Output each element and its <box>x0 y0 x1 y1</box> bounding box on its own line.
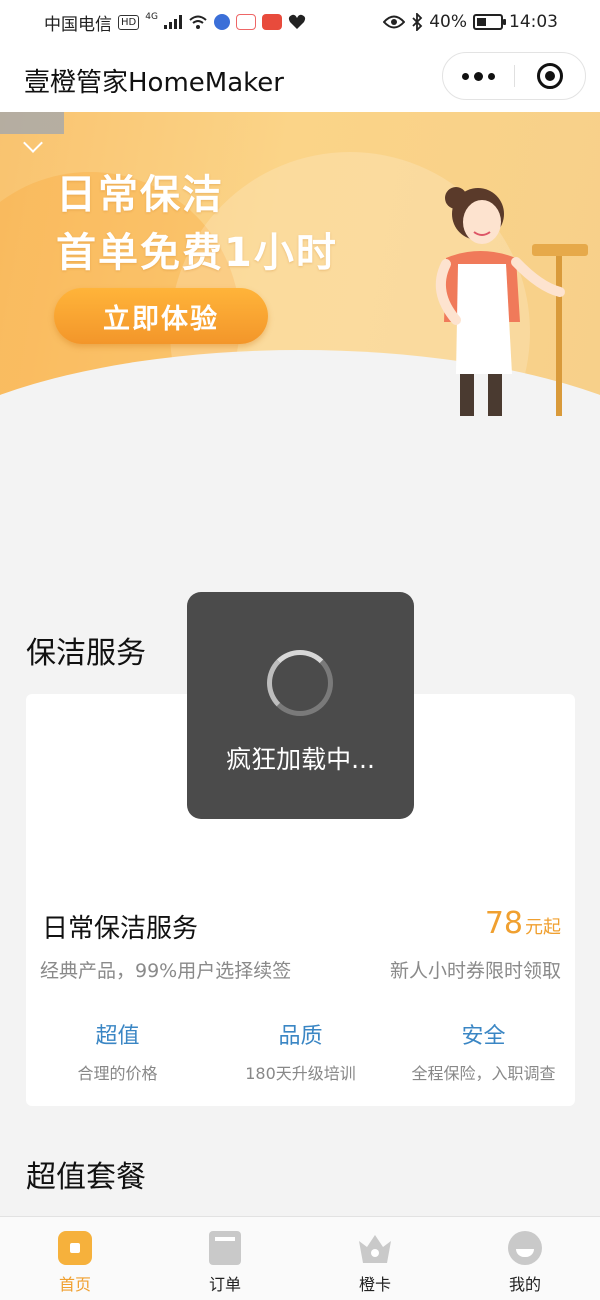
health-app-icon <box>288 14 306 29</box>
loading-text: 疯狂加载中... <box>226 745 375 774</box>
chevron-down-icon[interactable] <box>23 133 43 153</box>
tab-orange-card[interactable]: 橙卡 <box>300 1217 450 1300</box>
loading-spinner-icon <box>267 650 333 716</box>
huawei-mall-icon <box>261 14 282 30</box>
hd-badge: HD <box>118 14 140 30</box>
profile-icon <box>508 1231 542 1265</box>
tab-profile[interactable]: 我的 <box>450 1217 600 1300</box>
feature-quality: 品质 180天升级培训 <box>209 1018 392 1084</box>
battery-icon <box>473 14 506 30</box>
status-bar-right: 40% 14:03 <box>383 12 558 32</box>
feature-title: 安全 <box>461 1024 506 1049</box>
tab-orders[interactable]: 订单 <box>150 1217 300 1300</box>
status-bar-left: 中国电信 HD 4G <box>44 10 306 35</box>
banner-collapse-tab[interactable] <box>0 112 64 134</box>
feature-subtitle: 全程保险，入职调查 <box>411 1064 556 1083</box>
tab-label: 橙卡 <box>358 1275 391 1294</box>
feature-value: 超值 合理的价格 <box>26 1018 209 1084</box>
try-now-button[interactable]: 立即体验 <box>54 288 268 344</box>
banner-subheadline: 首单免费1小时 <box>56 230 338 276</box>
clock-time: 14:03 <box>509 12 558 32</box>
price-value: 78 <box>484 906 523 941</box>
battery-percent: 40% <box>429 12 467 32</box>
price-unit: 元起 <box>525 917 561 938</box>
network-type: 4G <box>145 12 158 22</box>
tab-label: 我的 <box>508 1275 541 1294</box>
eye-icon <box>383 15 406 29</box>
target-icon <box>536 63 563 89</box>
service-description: 经典产品，99%用户选择续签 <box>40 960 292 982</box>
service-promo: 新人小时券限时领取 <box>389 960 561 982</box>
music-app-icon <box>213 14 230 30</box>
feature-title: 超值 <box>95 1024 140 1049</box>
bottom-tab-bar: 首页 订单 橙卡 我的 <box>0 1216 600 1300</box>
more-menu-button[interactable] <box>443 53 514 99</box>
promo-banner[interactable]: 日常保洁 首单免费1小时 立即体验 <box>0 112 600 416</box>
order-icon <box>209 1231 241 1265</box>
tab-label: 订单 <box>208 1275 241 1294</box>
feature-subtitle: 合理的价格 <box>77 1064 158 1083</box>
feature-subtitle: 180天升级培训 <box>245 1064 356 1083</box>
page-title: 壹橙管家HomeMaker <box>24 68 284 98</box>
status-bar: 中国电信 HD 4G 40% 14:03 <box>0 0 600 44</box>
banner-headline: 日常保洁 <box>56 172 224 218</box>
cleaning-service-section-title: 保洁服务 <box>26 636 146 671</box>
crown-card-icon <box>359 1235 391 1263</box>
service-name: 日常保洁服务 <box>42 914 199 944</box>
mini-program-capsule <box>442 52 586 100</box>
carrier-name: 中国电信 <box>44 14 112 35</box>
service-features: 超值 合理的价格 品质 180天升级培训 安全 全程保险，入职调查 <box>26 1018 575 1084</box>
tab-label: 首页 <box>58 1275 91 1294</box>
service-price: 78 元起 <box>485 906 561 941</box>
signal-icon <box>163 15 182 29</box>
close-mini-program-button[interactable] <box>515 53 586 99</box>
wifi-icon <box>189 15 207 29</box>
nav-bar: 壹橙管家HomeMaker <box>0 44 600 112</box>
loading-toast: 疯狂加载中... <box>187 592 414 819</box>
tab-home[interactable]: 首页 <box>0 1217 150 1300</box>
housekeeper-illustration <box>435 187 588 416</box>
feature-title: 品质 <box>278 1024 323 1049</box>
bluetooth-icon <box>412 13 423 31</box>
package-section-title: 超值套餐 <box>26 1160 146 1195</box>
feature-safety: 安全 全程保险，入职调查 <box>392 1018 575 1084</box>
home-icon <box>58 1231 92 1265</box>
battery-level <box>477 18 486 26</box>
app-notification-icon <box>235 14 256 30</box>
